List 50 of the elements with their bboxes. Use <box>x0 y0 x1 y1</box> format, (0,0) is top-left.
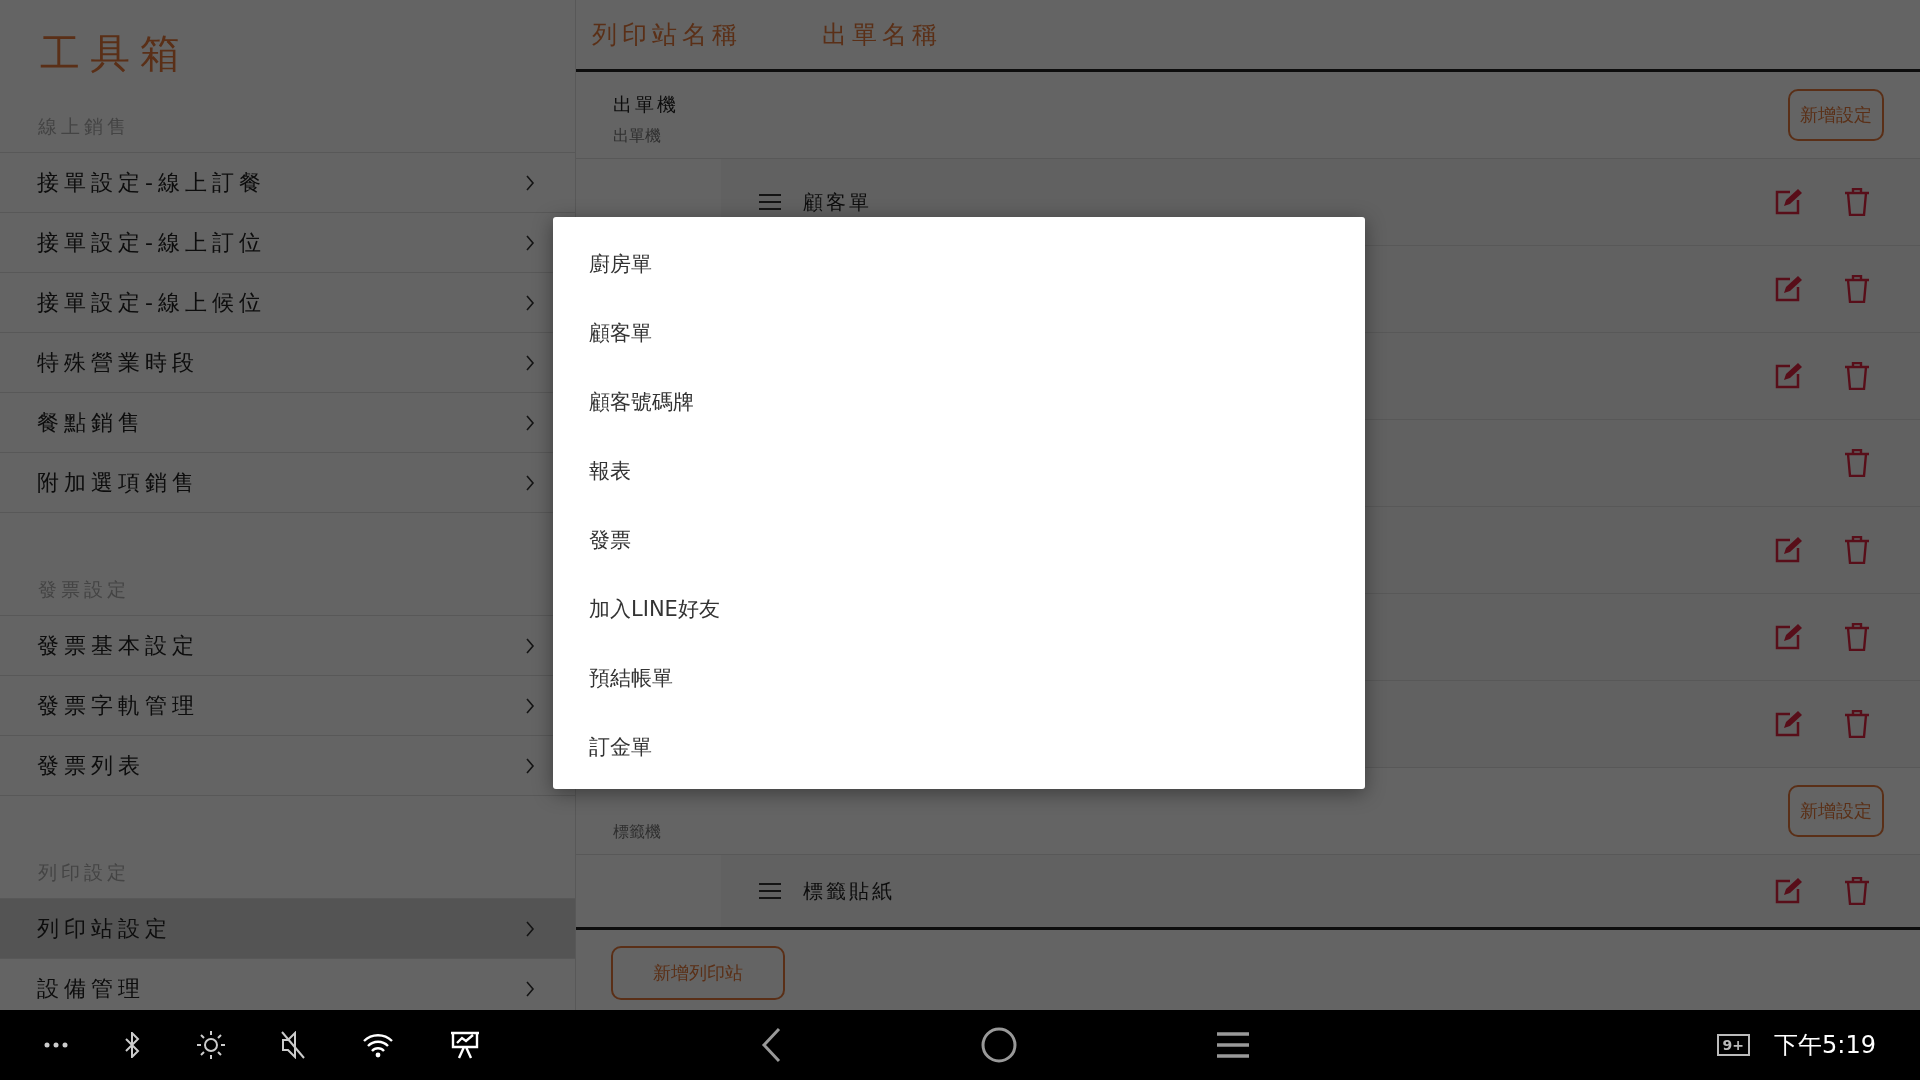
trash-icon[interactable] <box>1844 275 1870 303</box>
trash-icon[interactable] <box>1844 449 1870 477</box>
trash-icon[interactable] <box>1844 877 1870 905</box>
trash-icon[interactable] <box>1844 362 1870 390</box>
wifi-icon[interactable] <box>361 1032 394 1058</box>
chevron-right-icon <box>525 757 535 774</box>
back-icon[interactable] <box>761 1027 781 1063</box>
presentation-icon[interactable] <box>449 1031 480 1059</box>
drag-handle-icon[interactable] <box>759 882 781 900</box>
chevron-right-icon <box>525 474 535 491</box>
column-header: 出單名稱 <box>822 19 942 51</box>
add-setting-button[interactable]: 新增設定 <box>1788 89 1884 141</box>
chevron-right-icon <box>525 697 535 714</box>
bluetooth-icon[interactable] <box>124 1032 141 1058</box>
chevron-right-icon <box>525 294 535 311</box>
chevron-right-icon <box>525 920 535 937</box>
column-header: 列印站名稱 <box>592 19 742 51</box>
edit-icon[interactable] <box>1774 188 1802 216</box>
sidebar-item[interactable]: 列印站設定 <box>0 899 575 959</box>
printer-station-name: 出單機 <box>613 92 680 117</box>
sidebar-title: 工具箱 <box>39 29 191 78</box>
clock: 下午5:19 <box>1774 1030 1876 1061</box>
trash-icon[interactable] <box>1844 710 1870 738</box>
sidebar-item[interactable]: 接單設定-線上訂餐 <box>0 153 575 213</box>
mute-icon[interactable] <box>281 1031 306 1059</box>
menu-icon[interactable] <box>1217 1031 1249 1059</box>
chevron-right-icon <box>525 637 535 654</box>
chevron-right-icon <box>525 414 535 431</box>
edit-icon[interactable] <box>1774 536 1802 564</box>
receipt-name: 標籤貼紙 <box>803 877 895 905</box>
brightness-icon[interactable] <box>196 1031 225 1059</box>
add-printer-station-button[interactable]: 新增列印站 <box>611 946 785 1000</box>
add-setting-button[interactable]: 新增設定 <box>1788 785 1884 837</box>
notification-badge[interactable]: 9+ <box>1716 1034 1751 1056</box>
trash-icon[interactable] <box>1844 623 1870 651</box>
edit-icon[interactable] <box>1774 623 1802 651</box>
drag-handle-icon[interactable] <box>759 193 781 211</box>
edit-icon[interactable] <box>1774 710 1802 738</box>
chevron-right-icon <box>525 354 535 371</box>
edit-icon[interactable] <box>1774 362 1802 390</box>
trash-icon[interactable] <box>1844 536 1870 564</box>
home-icon[interactable] <box>981 1027 1017 1063</box>
edit-icon[interactable] <box>1774 275 1802 303</box>
more-icon[interactable] <box>44 1042 68 1048</box>
trash-icon[interactable] <box>1844 188 1870 216</box>
chevron-right-icon <box>525 980 535 997</box>
receipt-name: 顧客單 <box>803 188 872 216</box>
chevron-right-icon <box>525 174 535 191</box>
chevron-right-icon <box>525 234 535 251</box>
edit-icon[interactable] <box>1774 877 1802 905</box>
